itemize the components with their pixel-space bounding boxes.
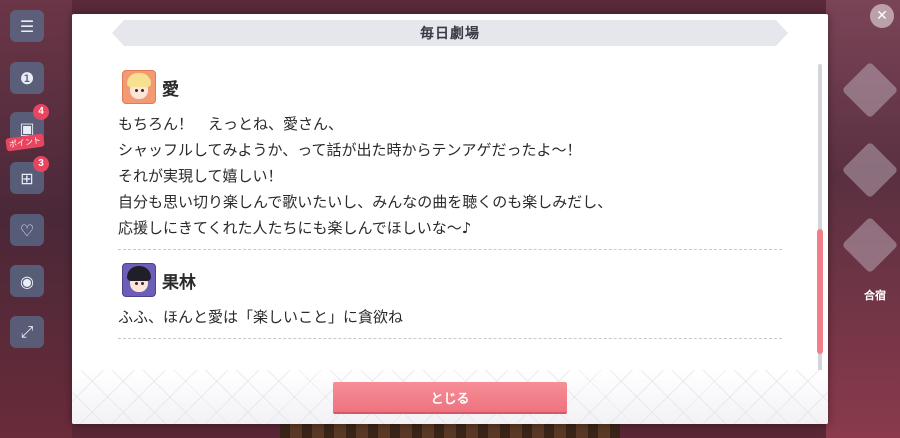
dialog-title-bar: 毎日劇場: [112, 20, 788, 46]
scrollbar-thumb[interactable]: [817, 229, 823, 354]
karin-portrait-icon: [122, 263, 156, 297]
training-label: 合宿: [864, 289, 886, 302]
dialogue-lines: ふふ、ほんと愛は「楽しいこと」に貪欲ね: [118, 304, 782, 330]
dialog-title: 毎日劇場: [420, 26, 480, 42]
background-right-panel: [826, 0, 900, 438]
chat-icon[interactable]: ❶: [10, 62, 44, 94]
dialogue-list[interactable]: 愛 もちろん！ えっとね、愛さん、 シャッフルしてみようか、って話が出た時からテ…: [118, 69, 782, 379]
dialogue-line: 自分も思い切り楽しんで歌いたいし、みんなの曲を聴くのも楽しみだし、: [118, 193, 613, 211]
dialogue-entry: 愛 もちろん！ えっとね、愛さん、 シャッフルしてみようか、って話が出た時からテ…: [118, 69, 782, 250]
speaker-row: 愛: [118, 69, 782, 105]
speaker-name: 愛: [162, 79, 179, 100]
scrollbar[interactable]: [817, 64, 823, 394]
speaker-name: 果林: [162, 272, 196, 293]
camera-icon[interactable]: ◉: [10, 265, 44, 297]
expand-icon[interactable]: ⤢: [10, 316, 44, 348]
dialog-footer: とじる: [72, 370, 828, 424]
notification-badge: 4: [33, 104, 49, 120]
dialogue-line: もちろん！ えっとね、愛さん、: [118, 115, 344, 133]
dialogue-line: ふふ、ほんと愛は「楽しいこと」に貪欲ね: [118, 308, 404, 326]
ai-portrait-icon: [122, 70, 156, 104]
close-icon[interactable]: ✕: [870, 4, 894, 28]
dialogue-entry: 果林 ふふ、ほんと愛は「楽しいこと」に貪欲ね: [118, 262, 782, 339]
dialogue-lines: もちろん！ えっとね、愛さん、 シャッフルしてみようか、って話が出た時からテンア…: [118, 111, 782, 241]
menu-icon[interactable]: ☰: [10, 10, 44, 42]
heart-icon[interactable]: ♡: [10, 214, 44, 246]
close-button[interactable]: とじる: [333, 382, 567, 412]
notification-badge: 3: [33, 156, 49, 172]
dialogue-line: 応援しにきてくれた人たちにも楽しんでほしいな～♪: [118, 219, 472, 237]
speaker-row: 果林: [118, 262, 782, 298]
dialogue-line: シャッフルしてみようか、って話が出た時からテンアゲだったよ～！: [118, 141, 582, 159]
dialogue-line: それが実現して嬉しい！: [118, 167, 283, 185]
daily-theater-dialog: 毎日劇場 愛 もちろん！ えっとね、愛さん、 シャッフルしてみようか、って話が出…: [72, 14, 828, 424]
